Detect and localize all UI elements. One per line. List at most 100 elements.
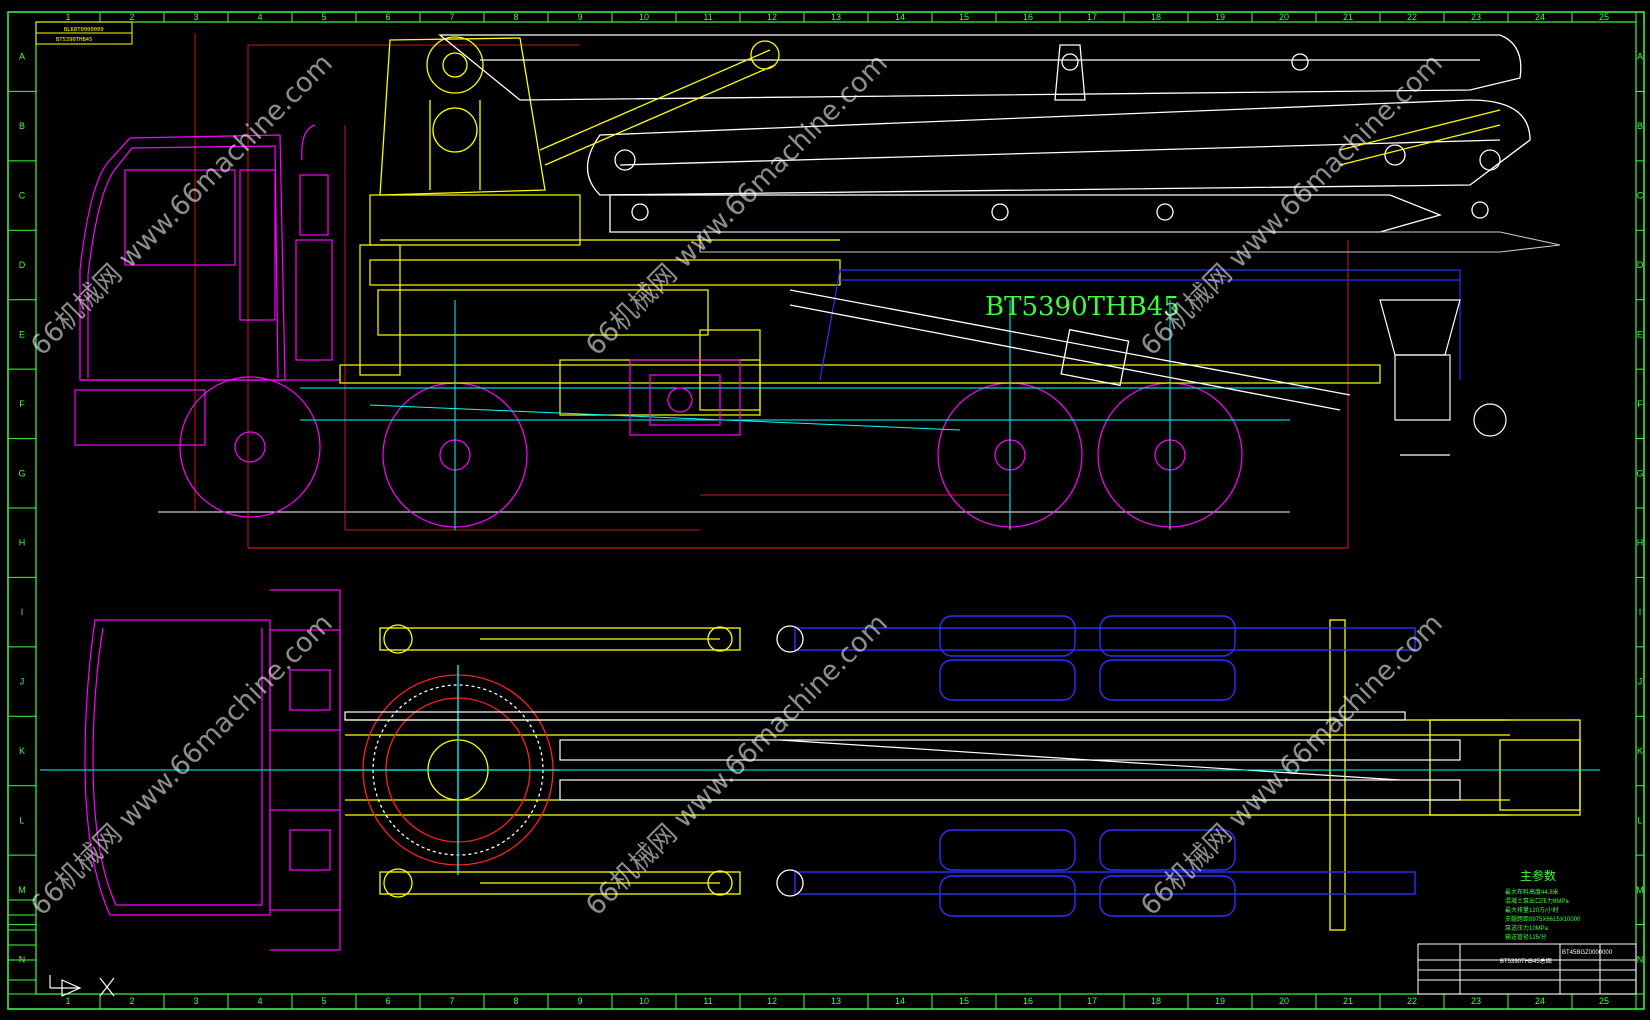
column-mark: 14 <box>895 996 905 1006</box>
ucs-axis-icon <box>49 975 115 997</box>
row-mark: J <box>1638 677 1643 687</box>
concrete-hopper <box>1379 299 1507 456</box>
column-mark: 9 <box>577 12 582 22</box>
column-mark: 16 <box>1023 996 1033 1006</box>
row-mark: I <box>21 607 24 617</box>
column-mark: 6 <box>385 12 390 22</box>
turret-tower <box>379 36 546 196</box>
row-mark: K <box>1637 746 1643 756</box>
column-mark: 24 <box>1535 12 1545 22</box>
column-mark: 12 <box>767 996 777 1006</box>
column-marks-top: 1 2 3 4 5 6 7 8 9 10 11 12 13 14 15 16 17 18 19 20 21 22 23 24 2… <box>65 12 1637 22</box>
row-mark: L <box>19 815 24 825</box>
column-mark: 5 <box>321 12 326 22</box>
column-mark: 21 <box>1343 12 1353 22</box>
column-mark: 7 <box>449 996 454 1006</box>
row-mark: F <box>1637 399 1643 409</box>
drawing-outer-border <box>7 11 1645 1010</box>
column-mark: 18 <box>1151 12 1161 22</box>
column-mark: 17 <box>1087 996 1097 1006</box>
column-mark: 6 <box>385 996 390 1006</box>
front-wheel-side <box>179 376 321 518</box>
drawing-inner-border <box>35 21 1637 995</box>
chassis-frame-side <box>339 194 1381 416</box>
title-code: BT45BGZ0000000 <box>1562 950 1613 956</box>
column-mark: 4 <box>257 996 262 1006</box>
column-mark: 8 <box>513 996 518 1006</box>
front-outriggers <box>379 624 741 898</box>
tag-code: BLK8T0000000 <box>64 27 104 33</box>
column-mark: 23 <box>1471 996 1481 1006</box>
column-mark: 24 <box>1535 996 1545 1006</box>
top-left-tag: BLK8T0000000 BT5390THB45 <box>35 21 133 45</box>
main-parameters: 主参数 最大布料高度44.8米 混凝土泵出口压力8MPa 最大排量120方/小时… <box>1505 868 1581 941</box>
column-mark: 21 <box>1343 996 1353 1006</box>
column-mark: 25 <box>1599 12 1609 22</box>
column-mark: 19 <box>1215 996 1225 1006</box>
column-marks-bottom: 1 2 3 4 5 6 7 8 9 10 11 12 13 14 15 16 17 18 19 20 21 22 23 24 2… <box>65 994 1637 1009</box>
row-mark: A <box>1637 52 1643 62</box>
column-mark: 13 <box>831 996 841 1006</box>
column-mark: 15 <box>959 12 969 22</box>
row-mark: E <box>1637 329 1643 339</box>
revision-strip <box>7 899 37 981</box>
column-mark: 16 <box>1023 12 1033 22</box>
row-mark: N <box>19 954 26 964</box>
column-mark: 4 <box>257 12 262 22</box>
column-mark: 15 <box>959 996 969 1006</box>
column-mark: 10 <box>639 12 649 22</box>
row-mark: B <box>1637 121 1643 131</box>
row-mark: A <box>19 52 25 62</box>
column-mark: 18 <box>1151 996 1161 1006</box>
column-mark: 1 <box>65 12 70 22</box>
row-marks-right: A B C D E F G H I J K L M N <box>1636 52 1644 995</box>
row-mark: C <box>19 191 26 201</box>
row-mark: H <box>1637 538 1644 548</box>
row-mark: G <box>18 468 25 478</box>
param-line: 输送管径125/分 <box>1505 933 1547 941</box>
pump-unit <box>629 359 741 436</box>
row-marks-left: ABCDEFGHIJKLMN <box>8 52 36 995</box>
param-line: 支腿跨距8975X8615X10000 <box>1505 915 1581 923</box>
boom-arm-4 <box>699 231 1561 253</box>
column-mark: 14 <box>895 12 905 22</box>
param-line: 泵送压力10MPa <box>1505 924 1549 932</box>
row-mark: N <box>1637 954 1644 964</box>
row-mark: K <box>19 746 25 756</box>
title-name: BT5390THB45总图 <box>1500 957 1552 965</box>
column-mark: 10 <box>639 996 649 1006</box>
column-mark: 13 <box>831 12 841 22</box>
param-line: 最大布料高度44.8米 <box>1505 888 1559 896</box>
param-line: 最大排量120方/小时 <box>1505 906 1559 914</box>
column-mark: 19 <box>1215 12 1225 22</box>
param-line: 混凝土泵出口压力8MPa <box>1505 897 1569 905</box>
row-mark: F <box>19 399 25 409</box>
boom-arm-1 <box>438 34 1522 101</box>
row-mark: H <box>19 538 26 548</box>
row-mark: C <box>1637 191 1644 201</box>
row-mark: J <box>20 677 25 687</box>
tag-model: BT5390THB45 <box>56 37 92 43</box>
column-mark: 12 <box>767 12 777 22</box>
column-mark: 11 <box>703 12 712 22</box>
column-mark: 22 <box>1407 996 1417 1006</box>
column-mark: 7 <box>449 12 454 22</box>
column-mark: 3 <box>193 996 198 1006</box>
column-mark: 9 <box>577 996 582 1006</box>
rear-outrigger-pivots <box>776 625 804 897</box>
column-mark: 2 <box>129 996 134 1006</box>
column-mark: 25 <box>1599 996 1609 1006</box>
column-mark: 17 <box>1087 12 1097 22</box>
column-mark: 3 <box>193 12 198 22</box>
column-mark: 22 <box>1407 12 1417 22</box>
row-mark: I <box>1639 607 1642 617</box>
column-mark: 1 <box>65 996 70 1006</box>
column-mark: 8 <box>513 12 518 22</box>
row-mark: D <box>19 260 26 270</box>
row-mark: B <box>19 121 25 131</box>
column-mark: 5 <box>321 996 326 1006</box>
row-mark: M <box>1636 885 1644 895</box>
column-mark: 20 <box>1279 996 1289 1006</box>
column-mark: 2 <box>129 12 134 22</box>
row-mark: D <box>1637 260 1644 270</box>
